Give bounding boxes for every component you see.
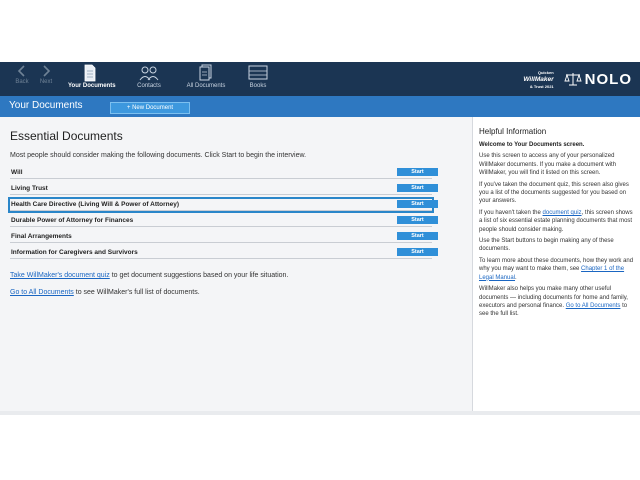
app-window: Back Next Your Documents Contacts All Do… xyxy=(0,62,640,415)
document-name: Living Trust xyxy=(11,185,48,192)
document-name: Health Care Directive (Living Will & Pow… xyxy=(11,201,180,208)
start-button-durable-poa[interactable]: Start xyxy=(397,216,438,224)
document-row-caregivers-info: Information for Caregivers and Survivors… xyxy=(10,247,438,259)
willmaker-logo: Quicken WillMaker & Trust 2021 xyxy=(523,69,554,89)
document-row-health-care-directive: Health Care Directive (Living Will & Pow… xyxy=(8,197,438,213)
next-arrow-icon xyxy=(43,65,51,77)
brand: Quicken WillMaker & Trust 2021 NOLO xyxy=(523,68,632,90)
all-documents-line: Go to All Documents to see WillMaker's f… xyxy=(10,289,200,296)
help-paragraph-3: If you haven't taken the document quiz, … xyxy=(479,209,633,233)
document-icon xyxy=(84,64,96,82)
main-content: Essential Documents Most people should c… xyxy=(0,117,462,411)
document-row-will: Will Start xyxy=(10,167,438,179)
nolo-logo: NOLO xyxy=(564,71,632,88)
help-paragraph-5: To learn more about these documents, how… xyxy=(479,257,634,281)
quiz-line: Take WillMaker's document quiz to get do… xyxy=(10,272,288,279)
document-quiz-link[interactable]: Take WillMaker's document quiz xyxy=(10,272,110,279)
help-paragraph-4: Use the Start buttons to begin making an… xyxy=(479,238,614,253)
start-button-health-care-directive[interactable]: Start xyxy=(397,200,438,208)
contacts-label: Contacts xyxy=(137,83,161,89)
toolbar-all-documents[interactable]: All Documents xyxy=(184,64,228,89)
all-documents-link[interactable]: Go to All Documents xyxy=(10,289,74,296)
help-body: Welcome to Your Documents screen. Use th… xyxy=(479,141,635,322)
start-button-final-arrangements[interactable]: Start xyxy=(397,232,438,240)
books-icon xyxy=(248,65,268,80)
document-name: Will xyxy=(11,169,23,176)
next-label: Next xyxy=(39,79,53,85)
new-document-button[interactable]: + New Document xyxy=(110,102,190,114)
document-row-final-arrangements: Final Arrangements Start xyxy=(10,231,438,243)
all-documents-label: All Documents xyxy=(186,83,226,89)
quiz-line-text: to get document suggestions based on you… xyxy=(109,272,289,279)
nolo-scales-icon xyxy=(564,73,582,86)
next-button[interactable]: Next xyxy=(24,64,68,85)
help-paragraph-6: WillMaker also helps you make many other… xyxy=(479,286,628,318)
document-name: Durable Power of Attorney for Finances xyxy=(11,217,134,224)
document-row-durable-poa: Durable Power of Attorney for Finances S… xyxy=(10,215,438,227)
contacts-icon xyxy=(139,66,159,81)
toolbar: Back Next Your Documents Contacts All Do… xyxy=(0,62,640,96)
title-bar: Your Documents + New Document xyxy=(0,96,640,117)
help-paragraph-2: If you've taken the document quiz, this … xyxy=(479,181,629,205)
document-row-living-trust: Living Trust Start xyxy=(10,183,438,195)
toolbar-contacts[interactable]: Contacts xyxy=(127,64,171,89)
all-documents-icon xyxy=(199,64,212,81)
help-document-quiz-link[interactable]: document quiz xyxy=(543,210,582,216)
your-documents-label: Your Documents xyxy=(68,83,116,89)
all-documents-line-text: to see WillMaker's full list of document… xyxy=(73,289,200,296)
toolbar-books[interactable]: Books xyxy=(236,64,280,89)
help-title: Helpful Information xyxy=(479,127,547,136)
start-button-caregivers-info[interactable]: Start xyxy=(397,248,438,256)
help-panel: Helpful Information Welcome to Your Docu… xyxy=(472,117,640,411)
books-label: Books xyxy=(249,83,267,89)
bottom-bar xyxy=(0,411,640,415)
start-button-will[interactable]: Start xyxy=(397,168,438,176)
help-all-documents-link[interactable]: Go to All Documents xyxy=(566,303,621,309)
help-welcome: Welcome to Your Documents screen. xyxy=(479,142,585,148)
toolbar-your-documents[interactable]: Your Documents xyxy=(68,64,116,89)
intro-text: Most people should consider making the f… xyxy=(10,152,307,159)
document-name: Information for Caregivers and Survivors xyxy=(11,249,138,256)
document-name: Final Arrangements xyxy=(11,233,72,240)
page-title: Your Documents xyxy=(9,100,83,111)
section-heading: Essential Documents xyxy=(10,129,123,143)
start-button-living-trust[interactable]: Start xyxy=(397,184,438,192)
help-paragraph-1: Use this screen to access any of your pe… xyxy=(479,153,617,177)
